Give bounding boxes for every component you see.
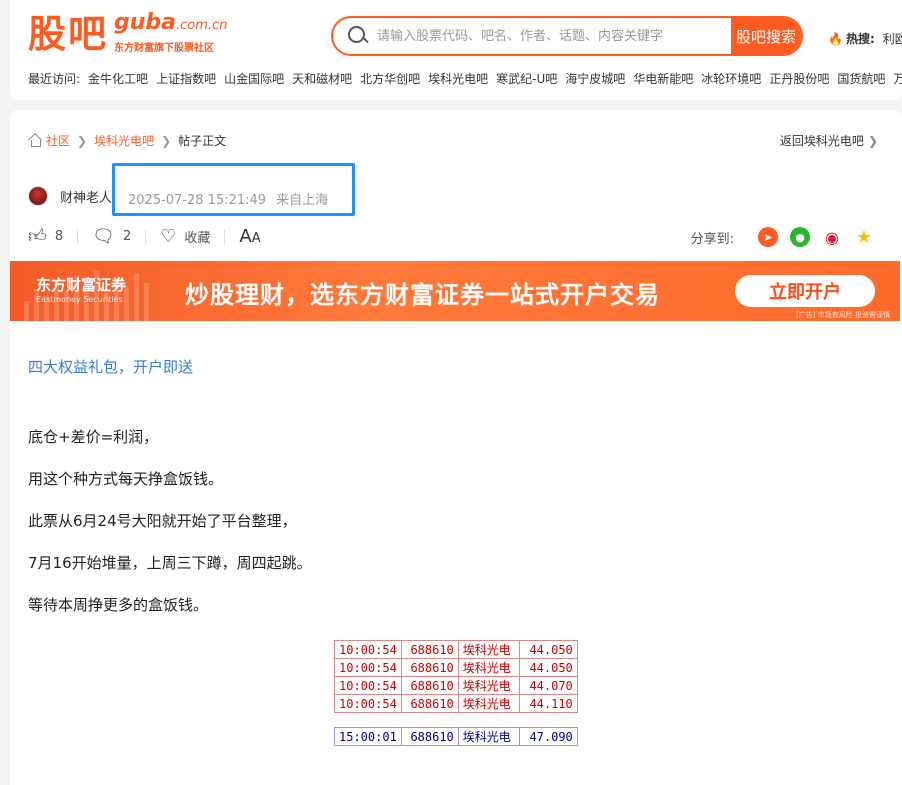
flame-icon: 🔥 (828, 31, 843, 46)
table-row: 10:00:54 688610 埃科光电 44.070 (334, 676, 578, 695)
hot-search: 🔥 热搜: 利欧 (828, 30, 902, 47)
breadcrumb-home[interactable]: 社区 (46, 132, 70, 149)
breadcrumb: 社区 ❯ 埃科光电吧 ❯ 帖子正文 (28, 132, 226, 149)
logo-english: guba.com.cn (114, 10, 228, 35)
divider (77, 229, 79, 244)
star-icon[interactable]: ★ (854, 227, 874, 248)
chevron-right-icon: ❯ (867, 134, 878, 148)
search-icon (347, 25, 369, 47)
favorite-button[interactable]: ♡ 收藏 (160, 227, 210, 246)
share-label: 分享到: (690, 231, 734, 247)
comment-icon: 🗨︎ (92, 225, 115, 247)
recent-link[interactable]: 寒武纪-U吧 (496, 70, 557, 87)
search-button[interactable]: 股吧搜索 (731, 18, 801, 54)
weibo-icon[interactable]: ◉ (822, 227, 842, 247)
like-count: 8 (54, 229, 64, 244)
highlight-box (112, 163, 355, 216)
home-icon (28, 134, 42, 147)
hot-search-link[interactable]: 利欧 (883, 30, 902, 47)
post-paragraph: 等待本周挣更多的盒饭钱。 (28, 596, 209, 614)
recent-link[interactable]: 金牛化工吧 (88, 70, 148, 87)
recent-link[interactable]: 华电新能吧 (633, 70, 693, 87)
recent-link[interactable]: 冰轮环境吧 (701, 70, 761, 87)
post-actions: 👍︎ 8 🗨︎ 2 ♡ 收藏 AA (28, 226, 261, 247)
favorite-label: 收藏 (184, 231, 211, 246)
post-paragraph: 底仓+差价=利润， (28, 428, 159, 446)
breadcrumb-current: 帖子正文 (178, 134, 227, 148)
eastmoney-logo: 东方财富证券 Eastmoney Securities (36, 276, 127, 304)
table-row: 10:00:54 688610 埃科光电 44.050 (334, 640, 578, 659)
recent-link[interactable]: 山金国际吧 (224, 70, 284, 87)
site-header: 股吧 guba.com.cn 东方财富旗下股票社区 股吧搜索 🔥 热搜: 利欧 … (10, 0, 902, 100)
chevron-right-icon: ❯ (77, 133, 88, 148)
recent-link[interactable]: 天和磁材吧 (292, 70, 352, 87)
recent-link[interactable]: 万林 (893, 70, 902, 87)
post-paragraph: 用这个种方式每天挣盒饭钱。 (28, 470, 224, 488)
promo-link[interactable]: 四大权益礼包，开户即送 (28, 356, 193, 377)
send-icon[interactable]: ➤ (758, 227, 778, 247)
recent-link[interactable]: 海宁皮城吧 (565, 70, 625, 87)
open-account-button[interactable]: 立即开户 (735, 275, 875, 307)
back-to-bar-link[interactable]: 返回埃科光电吧 ❯ (780, 132, 878, 149)
post-author[interactable]: 财神老人 (28, 186, 112, 206)
search-bar: 股吧搜索 (331, 16, 803, 56)
buy-records-table: 10:00:54 688610 埃科光电 44.050 10:00:54 688610 埃… (334, 640, 578, 713)
chevron-right-icon: ❯ (161, 133, 172, 148)
post-paragraph: 此票从6月24号大阳就开始了平台整理， (28, 512, 297, 530)
hot-search-label: 热搜: (845, 32, 875, 46)
search-input[interactable] (369, 18, 731, 54)
divider (224, 229, 226, 244)
table-row: 15:00:01 688610 埃科光电 47.090 (334, 727, 578, 746)
guba-logo[interactable]: 股吧 guba.com.cn 东方财富旗下股票社区 (28, 10, 228, 56)
avatar[interactable] (28, 186, 48, 206)
logo-subtitle: 东方财富旗下股票社区 (114, 43, 215, 54)
share-bar: 分享到: ➤ ● ◉ ★ (690, 227, 874, 248)
logo-chinese: 股吧 (28, 12, 109, 56)
divider (145, 229, 147, 244)
author-name[interactable]: 财神老人 (60, 187, 112, 206)
table-row: 10:00:54 688610 埃科光电 44.050 (334, 658, 578, 677)
font-size-button[interactable]: AA (239, 226, 260, 247)
comment-count: 2 (122, 229, 132, 244)
recent-link[interactable]: 正丹股份吧 (769, 70, 829, 87)
recent-link[interactable]: 国货航吧 (837, 70, 885, 87)
ad-disclaimer: [广告] 市场有风险 投资需谨慎 (796, 311, 890, 319)
table-row: 10:00:54 688610 埃科光电 44.110 (334, 694, 578, 713)
sell-records-table: 15:00:01 688610 埃科光电 47.090 (334, 727, 578, 746)
heart-icon: ♡ (160, 225, 177, 247)
recent-visits-label: 最近访问: (28, 72, 81, 86)
recent-visits: 最近访问: 金牛化工吧 上证指数吧 山金国际吧 天和磁材吧 北方华创吧 埃科光电… (28, 70, 902, 87)
thumbs-up-icon: 👍︎ (28, 225, 47, 247)
font-size-icon: AA (239, 226, 261, 247)
breadcrumb-bar[interactable]: 埃科光电吧 (94, 132, 154, 149)
post-card: 社区 ❯ 埃科光电吧 ❯ 帖子正文 返回埃科光电吧 ❯ 财神老人 2025-07-… (10, 110, 902, 785)
post-paragraph: 7月16开始堆量，上周三下蹲，周四起跳。 (28, 554, 312, 572)
recent-link[interactable]: 上证指数吧 (156, 70, 216, 87)
comment-button[interactable]: 🗨︎ 2 (92, 225, 132, 247)
recent-link[interactable]: 北方华创吧 (360, 70, 420, 87)
recent-link[interactable]: 埃科光电吧 (428, 70, 488, 87)
ad-banner[interactable]: 东方财富证券 Eastmoney Securities 炒股理财，选东方财富证券… (10, 261, 900, 321)
banner-slogan: 炒股理财，选东方财富证券一站式开户交易 (185, 281, 660, 309)
like-button[interactable]: 👍︎ 8 (28, 225, 64, 247)
wechat-icon[interactable]: ● (790, 227, 810, 247)
